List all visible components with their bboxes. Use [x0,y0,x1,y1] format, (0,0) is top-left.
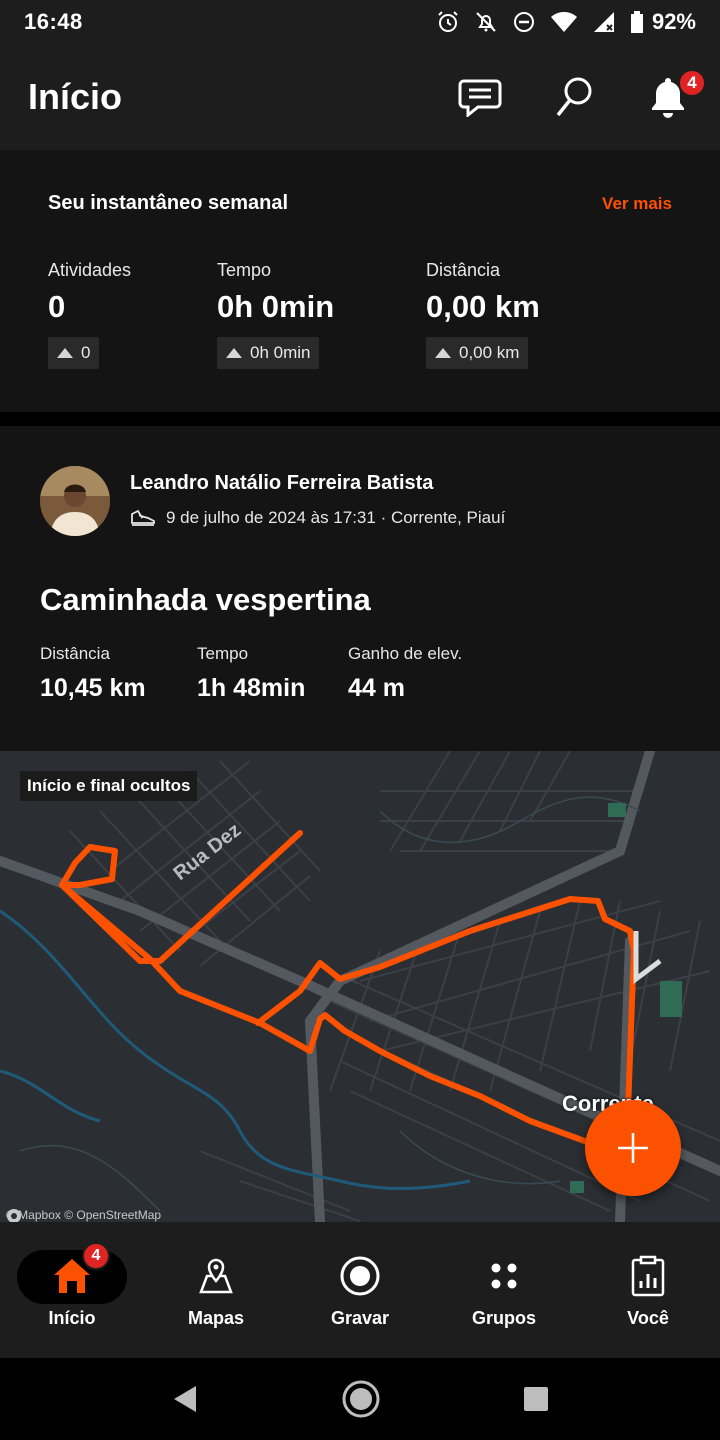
stat-label: Tempo [217,260,272,280]
activity-card[interactable]: Leandro Natálio Ferreira Batista 9 de ju… [0,426,720,1222]
messages-button[interactable] [456,73,504,121]
mapbox-logo-icon [7,1209,21,1222]
search-icon [556,77,592,117]
map-attribution[interactable]: © Mapbox © OpenStreetMap [6,1208,161,1222]
stat-delta-value: 0h 0min [250,343,311,362]
weekly-snapshot-card: Seu instantâneo semanal Ver mais Ativida… [0,150,720,412]
up-triangle-icon [226,348,242,358]
app-header: Início 4 [0,44,720,150]
nav-item-groups[interactable]: Grupos [432,1222,576,1358]
stat-value: 0 [48,289,66,324]
activity-title[interactable]: Caminhada vespertina [40,582,371,618]
stat-label: Atividades [48,260,132,280]
nav-label: Início [48,1308,96,1328]
stat-delta-value: 0,00 km [459,343,520,362]
do-not-disturb-icon [513,12,534,32]
system-navigation-bar [0,1358,720,1440]
stat-delta: 0h 0min [217,337,320,369]
map-pin-icon [195,1254,237,1298]
activity-date-location: 9 de julho de 2024 às 17:31 · Corrente, … [166,508,506,527]
page-title: Início [28,76,123,117]
avatar-photo [40,466,110,536]
alarm-icon [438,11,458,32]
status-bar: 16:48 92% [0,0,720,44]
battery-percentage: 92% [651,9,696,34]
cellular-signal-icon [593,12,614,32]
weekly-stat-distance: Distância 0,00 km 0,00 km [426,260,540,369]
nav-item-home[interactable]: 4 Início [0,1222,144,1358]
stat-value: 0h 0min [217,289,335,324]
stat-value: 10,45 km [40,674,146,702]
nav-item-maps[interactable]: Mapas [144,1222,288,1358]
nav-label: Gravar [330,1308,390,1328]
stat-value: 44 m [348,674,405,702]
home-system-icon[interactable] [341,1379,381,1419]
weekly-stat-time: Tempo 0h 0min 0h 0min [217,260,334,369]
chat-icon [458,79,502,117]
attribution-text: © Mapbox © OpenStreetMap [6,1208,162,1222]
battery-icon [630,11,643,33]
activity-stat-elevation: Ganho de elev. 44 m [348,644,462,703]
stat-label: Distância [426,260,501,280]
wifi-icon [550,11,577,32]
stat-value: 0,00 km [426,289,540,324]
notification-badge: 4 [678,69,706,97]
avatar[interactable] [40,466,110,536]
stat-label: Distância [40,644,110,663]
profile-stats-icon [628,1254,668,1298]
nav-label: Mapas [187,1308,245,1328]
recents-icon[interactable] [522,1385,550,1413]
groups-icon [484,1254,524,1298]
back-icon[interactable] [170,1384,200,1414]
nav-label: Você [627,1308,669,1328]
stat-label: Tempo [197,644,249,663]
up-triangle-icon [57,348,73,358]
stat-delta: 0,00 km [426,337,529,369]
record-icon [339,1254,381,1298]
nav-item-record[interactable]: Gravar [288,1222,432,1358]
stat-value: 1h 48min [197,674,306,702]
hidden-start-end-chip: Início e final ocultos [20,771,198,801]
status-icons: 92% [436,9,696,35]
notifications-off-icon [476,12,496,32]
create-fab-button[interactable] [585,1100,681,1196]
notifications-button[interactable]: 4 [644,69,706,121]
stat-delta: 0 [48,337,100,369]
nav-home-badge: 4 [82,1242,110,1270]
stat-label: Ganho de elev. [348,644,463,663]
search-button[interactable] [550,73,598,121]
see-more-link[interactable]: Ver mais [602,194,672,214]
nav-label: Grupos [471,1308,536,1328]
weekly-snapshot-title: Seu instantâneo semanal [48,192,289,214]
nav-item-you[interactable]: Você [576,1222,720,1358]
bottom-nav: 4 Início Mapas Gravar Grupos Você [0,1222,720,1358]
stat-delta-value: 0 [81,343,91,362]
activity-stat-distance: Distância 10,45 km [40,644,146,703]
header-actions: 4 [456,69,706,121]
activity-meta: 9 de julho de 2024 às 17:31 · Corrente, … [130,508,505,528]
status-time: 16:48 [24,9,83,34]
plus-icon [618,1133,648,1163]
shoe-icon [131,509,155,526]
up-triangle-icon [435,348,451,358]
weekly-stat-activities: Atividades 0 0 [48,260,131,369]
athlete-name[interactable]: Leandro Natálio Ferreira Batista [130,472,433,495]
activity-stat-time: Tempo 1h 48min [197,644,305,703]
